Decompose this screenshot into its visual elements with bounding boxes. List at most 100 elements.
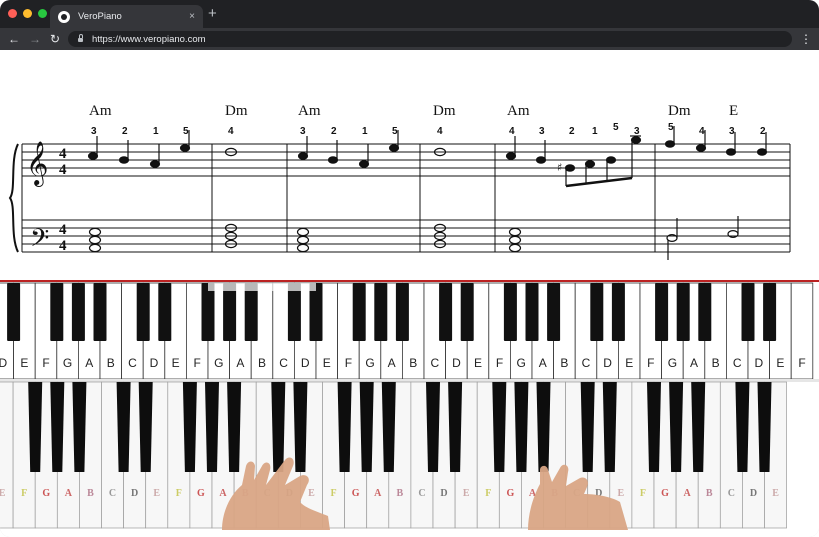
- treble-clef-icon: 𝄞: [26, 141, 48, 187]
- light-black-key: [158, 283, 172, 341]
- sticker-letter: A: [219, 488, 227, 499]
- key-letter: A: [85, 356, 93, 370]
- fingering: 2: [760, 126, 766, 137]
- light-black-key: [50, 283, 64, 341]
- sheet-music: 𝄞 𝄢 4 4 4 4 ♯: [8, 126, 791, 260]
- tab-close-icon[interactable]: ×: [189, 11, 195, 22]
- key-letter: B: [107, 356, 115, 370]
- light-black-key: [223, 283, 237, 341]
- close-window-button[interactable]: [8, 9, 17, 18]
- sticker-letter: E: [308, 488, 315, 499]
- key-letter: G: [214, 356, 223, 370]
- browser-toolbar: ← → ↻ https://www.veropiano.com ⋮: [0, 28, 819, 50]
- light-black-key: [201, 283, 215, 341]
- fingering: 5: [392, 126, 398, 137]
- address-bar[interactable]: https://www.veropiano.com: [68, 31, 792, 47]
- sticker-letter: A: [65, 488, 73, 499]
- sticker-letter: F: [176, 488, 182, 499]
- sticker-letter: F: [330, 488, 336, 499]
- key-letter: B: [560, 356, 568, 370]
- key-letter: C: [733, 356, 742, 370]
- key-letter: G: [668, 356, 677, 370]
- sticker-letter: E: [618, 488, 625, 499]
- piano-black-key: [116, 382, 131, 472]
- light-black-key: [287, 283, 301, 341]
- light-black-key: [611, 283, 625, 341]
- fingering: 2: [122, 126, 128, 137]
- chord-label: Am: [89, 103, 112, 119]
- key-letter: E: [20, 356, 28, 370]
- sticker-letter: B: [397, 488, 404, 499]
- key-letter: D: [754, 356, 763, 370]
- sticker-letter: B: [706, 488, 713, 499]
- piano-keyboard[interactable]: D E F G A B C D E F G A B C D E F G A B C D E F G A B C D E F G A B C D E FE F…: [0, 280, 819, 530]
- light-black-key: [676, 283, 690, 341]
- fingering: 1: [592, 126, 598, 137]
- url-text[interactable]: https://www.veropiano.com: [92, 34, 206, 45]
- sticker-letter: E: [0, 488, 6, 499]
- light-black-key: [244, 283, 258, 341]
- light-black-key: [136, 283, 150, 341]
- browser-tab[interactable]: VeroPiano ×: [50, 5, 203, 28]
- sticker-letter: D: [440, 488, 447, 499]
- video-frame[interactable]: 𝄞 𝄢 4 4 4 4 ♯ Am Dm Am Dm Am Dm E 3 2 1 …: [0, 50, 819, 537]
- key-letter: B: [409, 356, 417, 370]
- light-black-key: [460, 283, 474, 341]
- bass-clef-icon: 𝄢: [30, 224, 49, 259]
- forward-arrow-icon[interactable]: →: [29, 31, 41, 47]
- chord-label: Dm: [433, 103, 456, 119]
- fingering: 2: [331, 126, 337, 137]
- sticker-letter: C: [728, 488, 735, 499]
- light-black-key: [93, 283, 107, 341]
- reload-icon[interactable]: ↻: [50, 31, 60, 47]
- key-letter: E: [625, 356, 633, 370]
- piano-black-key: [138, 382, 153, 472]
- sticker-letter: G: [42, 488, 50, 499]
- title-bar: VeroPiano × +: [0, 0, 819, 28]
- svg-text:♯: ♯: [557, 161, 562, 174]
- piano-black-key: [28, 382, 43, 472]
- key-letter: C: [128, 356, 137, 370]
- minimize-window-button[interactable]: [23, 9, 32, 18]
- fingering: 3: [300, 126, 306, 137]
- key-letter: A: [236, 356, 244, 370]
- back-arrow-icon[interactable]: ←: [8, 31, 20, 47]
- key-letter: G: [365, 356, 374, 370]
- time-signature-top: 4: [59, 146, 67, 162]
- sticker-letter: G: [661, 488, 669, 499]
- fingering: 1: [153, 126, 159, 137]
- key-letter: A: [388, 356, 396, 370]
- sticker-letter: E: [153, 488, 160, 499]
- light-black-key: [503, 283, 517, 341]
- bass-time-signature-bottom: 4: [59, 238, 67, 254]
- light-glow: [208, 283, 316, 291]
- new-tab-button[interactable]: +: [208, 6, 217, 22]
- lock-icon: [78, 34, 83, 42]
- fingering: 4: [228, 126, 234, 137]
- sticker-letter: D: [750, 488, 757, 499]
- fingering: 4: [509, 126, 515, 137]
- chord-label: Dm: [225, 103, 248, 119]
- key-letter: E: [474, 356, 482, 370]
- key-letter: F: [496, 356, 503, 370]
- light-black-key: [590, 283, 604, 341]
- sticker-letter: F: [21, 488, 27, 499]
- fingering: 5: [613, 122, 619, 133]
- piano-black-key: [602, 382, 617, 472]
- key-letter: E: [776, 356, 784, 370]
- key-letter: C: [430, 356, 439, 370]
- piano-black-key: [271, 382, 286, 472]
- fingering: 3: [539, 126, 545, 137]
- piano-black-key: [227, 382, 242, 472]
- light-black-key: [698, 283, 712, 341]
- piano-black-key: [426, 382, 440, 472]
- menu-dots-icon[interactable]: ⋮: [800, 32, 812, 46]
- piano-black-key: [205, 382, 219, 472]
- key-letter: B: [258, 356, 266, 370]
- sticker-letter: C: [109, 488, 116, 499]
- piano-black-key: [72, 382, 87, 472]
- key-letter: B: [712, 356, 720, 370]
- maximize-window-button[interactable]: [38, 9, 47, 18]
- light-black-key: [525, 283, 539, 341]
- piano-black-key: [293, 382, 308, 472]
